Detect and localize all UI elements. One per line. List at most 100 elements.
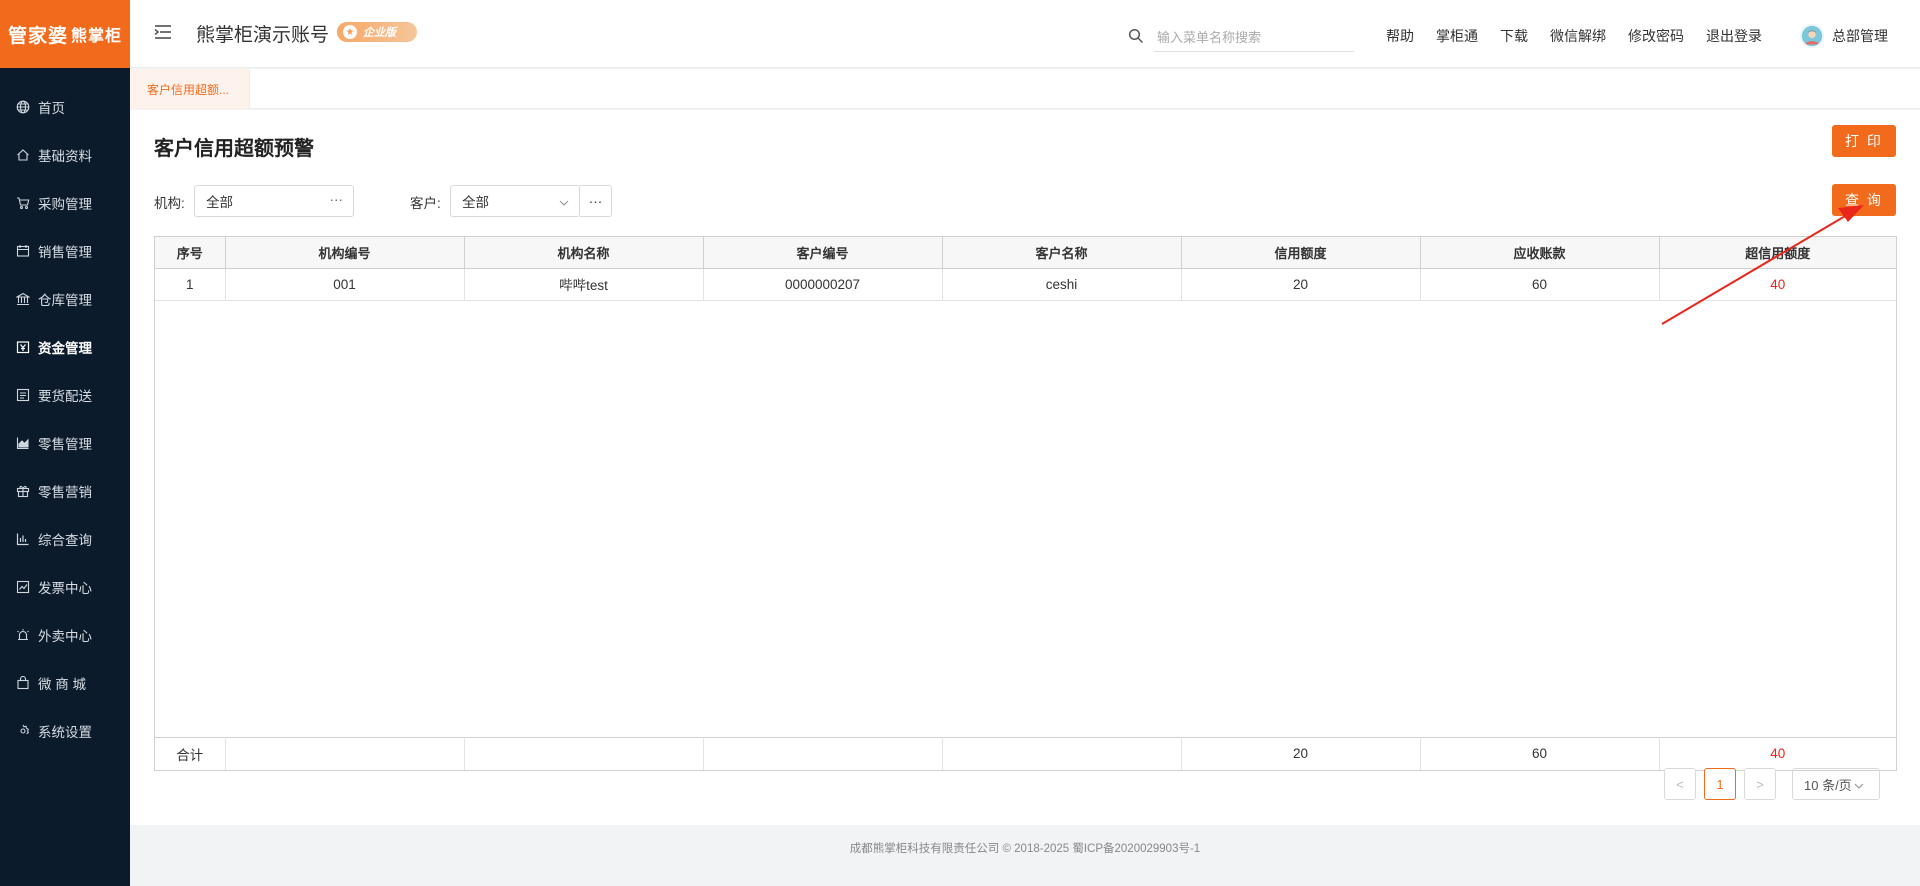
table-row[interactable]: 1 001 哔哔test 0000000207 ceshi 20 60 40 (155, 268, 1896, 301)
total-cell (225, 736, 465, 770)
total-row: 合计 20 60 40 (155, 736, 1896, 770)
star-icon: ★ (343, 25, 357, 39)
total-cell (464, 736, 704, 770)
help-link[interactable]: 帮助 (1386, 26, 1414, 46)
prev-page-button[interactable]: < (1664, 768, 1696, 800)
sidebar-item-label: 外卖中心 (38, 629, 92, 644)
customer-select[interactable]: 全部 (450, 185, 580, 217)
sidebar-item-invoice[interactable]: 发票中心 (0, 563, 130, 611)
sidebar-item-takeaway[interactable]: 外卖中心 (0, 611, 130, 659)
footer: 成都熊掌柜科技有限责任公司 © 2018-2025 蜀ICP备202002990… (849, 843, 1201, 855)
chevron-down-icon (1854, 779, 1864, 789)
sidebar-item-label: 零售管理 (38, 437, 92, 452)
search-input[interactable] (1154, 24, 1354, 52)
edition-badge-label: 企业版 (363, 27, 396, 39)
top-links: 帮助 掌柜通 下载 微信解绑 修改密码 退出登录 (1386, 26, 1784, 46)
page-size-select[interactable]: 10 条/页 (1792, 768, 1880, 800)
sidebar-item-label: 系统设置 (38, 725, 92, 740)
sidebar-item-settings[interactable]: 系统设置 (0, 707, 130, 755)
next-page-button[interactable]: > (1744, 768, 1776, 800)
edition-badge: ★ 企业版 (337, 22, 417, 42)
page-size-value: 10 条/页 (1804, 777, 1852, 793)
sidebar-item-label: 综合查询 (38, 533, 92, 548)
sidebar-item-home[interactable]: 首页 (0, 83, 130, 131)
table-header-row: 序号 机构编号 机构名称 客户编号 客户名称 信用额度 应收账款 超信用额度 (155, 237, 1896, 269)
sidebar-item-query[interactable]: 综合查询 (0, 515, 130, 563)
sidebar: 管家婆 熊掌柜 首页 基础资料 采购管理 销售管理 仓库管理 资金管理 要货配送… (0, 0, 130, 886)
org-filter-field[interactable]: 全部 ··· (194, 185, 354, 217)
sidebar-menu: 首页 基础资料 采购管理 销售管理 仓库管理 资金管理 要货配送 零售管理 零售… (0, 68, 130, 755)
bar-chart-icon (16, 532, 30, 546)
org-filter-value: 全部 (206, 195, 233, 210)
sidebar-item-marketing[interactable]: 零售营销 (0, 467, 130, 515)
table-cell: 1 (155, 268, 226, 301)
user-menu[interactable]: 总部管理 (1800, 24, 1888, 48)
sidebar-item-label: 资金管理 (38, 341, 92, 356)
total-cell: 60 (1420, 736, 1660, 770)
table-cell: 哔哔test (464, 268, 704, 301)
column-header[interactable]: 应收账款 (1420, 237, 1660, 269)
page-title: 客户信用超额预警 (154, 138, 314, 160)
column-header[interactable]: 信用额度 (1181, 237, 1421, 269)
sidebar-item-label: 首页 (38, 101, 65, 116)
customer-select-value: 全部 (462, 195, 489, 210)
cart-icon (16, 196, 30, 210)
sidebar-item-purchase[interactable]: 采购管理 (0, 179, 130, 227)
logout-link[interactable]: 退出登录 (1706, 26, 1762, 46)
globe-icon (16, 100, 30, 114)
sidebar-item-funds[interactable]: 资金管理 (0, 323, 130, 371)
column-header[interactable]: 机构名称 (464, 237, 704, 269)
menu-toggle-icon[interactable] (154, 24, 172, 40)
sidebar-item-basic-data[interactable]: 基础资料 (0, 131, 130, 179)
account-title: 熊掌柜演示账号 (196, 25, 330, 46)
query-button[interactable]: 查 询 (1832, 184, 1896, 216)
zhanggui-tong-link[interactable]: 掌柜通 (1436, 26, 1478, 46)
tab-strip: 客户信用超额... (130, 69, 1920, 109)
page-1-button[interactable]: 1 (1704, 768, 1736, 800)
total-cell: 20 (1181, 736, 1421, 770)
customer-filter-label: 客户: (410, 196, 441, 211)
search-icon[interactable] (1128, 28, 1144, 44)
table-cell: 60 (1420, 268, 1660, 301)
gift-icon (16, 484, 30, 498)
bank-icon (16, 292, 30, 306)
home-icon (16, 148, 30, 162)
column-header[interactable]: 超信用额度 (1659, 237, 1896, 269)
tab-customer-credit[interactable]: 客户信用超额... (130, 69, 250, 109)
wechat-unbind-link[interactable]: 微信解绑 (1550, 26, 1606, 46)
main-panel: 客户信用超额预警 打 印 查 询 机构: 全部 ··· 客户: 全部 ··· 序… (130, 110, 1920, 825)
sidebar-item-sales[interactable]: 销售管理 (0, 227, 130, 275)
customer-more-button[interactable]: ··· (580, 185, 612, 217)
sidebar-item-retail[interactable]: 零售管理 (0, 419, 130, 467)
print-button[interactable]: 打 印 (1832, 125, 1896, 157)
org-filter-label: 机构: (154, 196, 185, 211)
area-chart-icon (16, 436, 30, 450)
sidebar-item-delivery[interactable]: 要货配送 (0, 371, 130, 419)
sidebar-item-label: 仓库管理 (38, 293, 92, 308)
sidebar-item-micro-mall[interactable]: 微 商 城 (0, 659, 130, 707)
sidebar-item-label: 销售管理 (38, 245, 92, 260)
download-link[interactable]: 下载 (1500, 26, 1528, 46)
change-password-link[interactable]: 修改密码 (1628, 26, 1684, 46)
user-name: 总部管理 (1832, 28, 1888, 44)
total-row-table: 合计 20 60 40 (155, 736, 1896, 770)
sidebar-item-warehouse[interactable]: 仓库管理 (0, 275, 130, 323)
org-more-icon[interactable]: ··· (330, 192, 344, 207)
sidebar-item-label: 要货配送 (38, 389, 92, 404)
total-cell (942, 736, 1182, 770)
brand-logo[interactable]: 管家婆 熊掌柜 (0, 0, 130, 68)
column-header[interactable]: 序号 (155, 237, 226, 269)
table-cell: 0000000207 (703, 268, 943, 301)
total-cell-excess: 40 (1659, 736, 1896, 770)
column-header[interactable]: 客户编号 (703, 237, 943, 269)
calendar-icon (16, 244, 30, 258)
column-header[interactable]: 机构编号 (225, 237, 465, 269)
chevron-down-icon (559, 196, 569, 206)
table-cell: ceshi (942, 268, 1182, 301)
sidebar-item-label: 零售营销 (38, 485, 92, 500)
money-icon (16, 340, 30, 354)
logo-text-main: 管家婆 (7, 25, 68, 47)
column-header[interactable]: 客户名称 (942, 237, 1182, 269)
bag-icon (16, 676, 30, 690)
total-cell (703, 736, 943, 770)
